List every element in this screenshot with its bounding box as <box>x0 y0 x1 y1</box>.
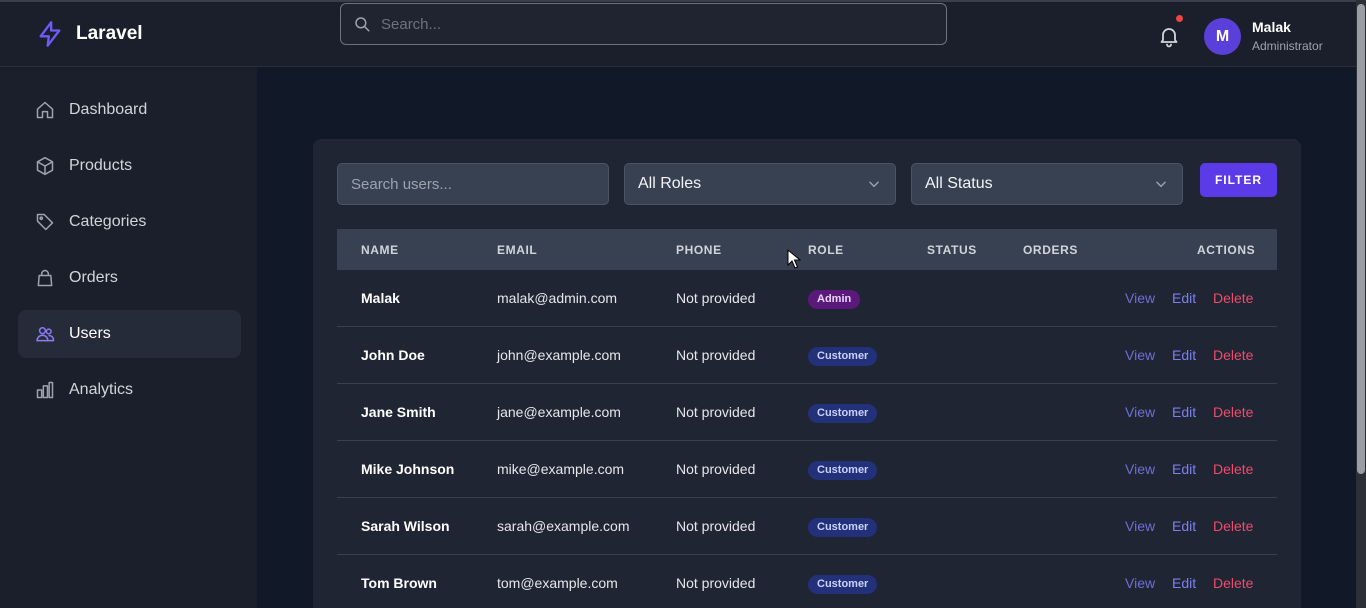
user-name-cell: Malak <box>361 290 400 306</box>
edit-button[interactable]: Edit <box>1172 404 1196 420</box>
search-icon <box>355 17 370 32</box>
role-badge: Customer <box>808 404 878 423</box>
brand-name: Laravel <box>76 23 143 44</box>
delete-button[interactable]: Delete <box>1213 518 1253 534</box>
view-button[interactable]: View <box>1125 518 1155 534</box>
user-name-cell: Jane Smith <box>361 404 436 420</box>
delete-button[interactable]: Delete <box>1213 290 1253 306</box>
role-select[interactable]: All Roles <box>624 163 896 205</box>
sidebar-item-products[interactable]: Products <box>18 142 241 190</box>
view-button[interactable]: View <box>1125 404 1155 420</box>
view-button[interactable]: View <box>1125 347 1155 363</box>
edit-button[interactable]: Edit <box>1172 461 1196 477</box>
brand-logo[interactable]: Laravel <box>36 20 143 48</box>
user-email-cell: john@example.com <box>497 347 621 363</box>
status-select[interactable]: All Status <box>911 163 1183 205</box>
table-row: Malak malak@admin.com Not provided Admin… <box>337 270 1277 327</box>
bolt-icon <box>39 21 61 47</box>
user-email-cell: malak@admin.com <box>497 290 618 306</box>
sidebar-item-label: Users <box>69 325 111 342</box>
view-button[interactable]: View <box>1125 290 1155 306</box>
cube-icon <box>36 156 54 176</box>
user-phone-cell: Not provided <box>676 461 756 477</box>
notification-dot <box>1176 15 1183 22</box>
role-badge: Customer <box>808 575 878 594</box>
table-row: Tom Brown tom@example.com Not provided C… <box>337 555 1277 608</box>
column-header-phone[interactable]: PHONE <box>676 243 722 257</box>
column-header-email[interactable]: EMAIL <box>497 243 537 257</box>
view-button[interactable]: View <box>1125 575 1155 591</box>
user-name-cell: Mike Johnson <box>361 461 455 477</box>
delete-button[interactable]: Delete <box>1213 575 1253 591</box>
delete-button[interactable]: Delete <box>1213 461 1253 477</box>
role-badge: Admin <box>808 290 861 309</box>
notifications-button[interactable] <box>1157 15 1183 48</box>
shopping-bag-icon <box>37 269 53 287</box>
role-badge: Customer <box>808 347 878 366</box>
user-name-cell: Sarah Wilson <box>361 518 450 534</box>
table-row: Jane Smith jane@example.com Not provided… <box>337 384 1277 441</box>
sidebar-item-orders[interactable]: Orders <box>18 254 241 302</box>
user-phone-cell: Not provided <box>676 404 756 420</box>
top-bar: Laravel M Malak Administrator <box>0 0 1366 67</box>
sidebar-item-analytics[interactable]: Analytics <box>18 366 241 414</box>
sidebar-item-label: Products <box>69 157 133 174</box>
table-row: John Doe john@example.com Not provided C… <box>337 327 1277 384</box>
global-search[interactable] <box>340 3 947 45</box>
global-search-input[interactable] <box>381 15 946 33</box>
column-header-role[interactable]: ROLE <box>808 243 844 257</box>
edit-button[interactable]: Edit <box>1172 518 1196 534</box>
user-phone-cell: Not provided <box>676 347 756 363</box>
edit-button[interactable]: Edit <box>1172 575 1196 591</box>
user-search-input[interactable] <box>337 163 609 205</box>
role-badge: Customer <box>808 518 878 537</box>
delete-button[interactable]: Delete <box>1213 404 1253 420</box>
home-icon <box>36 101 54 119</box>
chart-bar-icon <box>36 381 54 399</box>
column-header-status[interactable]: STATUS <box>927 243 977 257</box>
user-name-cell: Tom Brown <box>361 575 437 591</box>
edit-button[interactable]: Edit <box>1172 347 1196 363</box>
sidebar-item-label: Orders <box>69 269 118 286</box>
avatar[interactable]: M <box>1204 18 1241 55</box>
user-email-cell: mike@example.com <box>497 461 625 477</box>
chevron-down-icon <box>1156 181 1166 188</box>
user-role: Administrator <box>1252 39 1323 53</box>
view-button[interactable]: View <box>1125 461 1155 477</box>
user-phone-cell: Not provided <box>676 575 756 591</box>
column-header-orders[interactable]: ORDERS <box>1023 243 1078 257</box>
chevron-down-icon <box>869 181 879 188</box>
delete-button[interactable]: Delete <box>1213 347 1253 363</box>
users-icon <box>36 327 55 342</box>
users-panel: All Roles All Status FILTER NAME EMAIL P… <box>313 139 1301 608</box>
status-select-value: All Status <box>925 175 993 192</box>
user-name: Malak <box>1252 19 1291 35</box>
sidebar-item-dashboard[interactable]: Dashboard <box>18 86 241 134</box>
sidebar: Dashboard Products Categories Orders Use… <box>0 67 257 608</box>
sidebar-item-label: Categories <box>69 213 147 230</box>
mouse-cursor-icon <box>787 249 801 269</box>
scrollbar-thumb[interactable] <box>1357 4 1365 474</box>
sidebar-item-users[interactable]: Users <box>18 310 241 358</box>
table-row: Mike Johnson mike@example.com Not provid… <box>337 441 1277 498</box>
tag-icon <box>36 213 54 231</box>
user-email-cell: sarah@example.com <box>497 518 630 534</box>
column-header-actions: ACTIONS <box>1197 243 1256 257</box>
bell-icon <box>1160 28 1178 48</box>
table-header: NAME EMAIL PHONE ROLE STATUS ORDERS ACTI… <box>337 229 1277 270</box>
user-phone-cell: Not provided <box>676 518 756 534</box>
edit-button[interactable]: Edit <box>1172 290 1196 306</box>
sidebar-item-label: Dashboard <box>69 101 148 118</box>
column-header-name[interactable]: NAME <box>361 243 399 257</box>
table-row: Sarah Wilson sarah@example.com Not provi… <box>337 498 1277 555</box>
sidebar-item-categories[interactable]: Categories <box>18 198 241 246</box>
role-select-value: All Roles <box>638 175 702 192</box>
role-badge: Customer <box>808 461 878 480</box>
user-phone-cell: Not provided <box>676 290 756 306</box>
sidebar-item-label: Analytics <box>69 381 134 398</box>
user-email-cell: jane@example.com <box>497 404 621 420</box>
filter-button[interactable]: FILTER <box>1200 163 1277 197</box>
user-name-cell: John Doe <box>361 347 425 363</box>
user-email-cell: tom@example.com <box>497 575 618 591</box>
